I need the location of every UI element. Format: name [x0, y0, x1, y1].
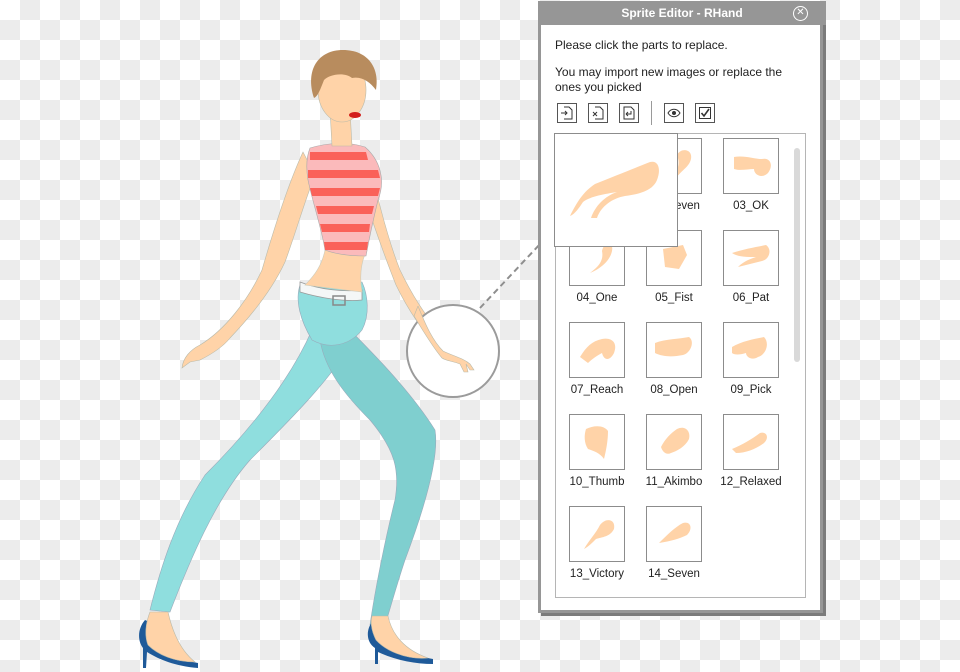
instruction-text-2: You may import new images or replace the… — [555, 65, 783, 94]
sprite-thumbnail[interactable] — [569, 414, 625, 470]
sprite-label: 10_Thumb — [569, 476, 625, 488]
hand-sprite-icon — [584, 426, 608, 459]
sprite-item[interactable]: 06_Pat — [716, 230, 786, 304]
sprite-item[interactable]: 12_Relaxed — [716, 414, 786, 488]
hand-sprite-icon — [732, 245, 770, 267]
sprite-toolbar — [557, 101, 726, 125]
hand-sprite-icon — [661, 427, 690, 454]
sprite-item[interactable]: 08_Open — [639, 322, 709, 396]
hand-sprite-icon — [732, 337, 767, 359]
hand-sprite-icon — [732, 432, 767, 453]
checkbox-icon — [699, 107, 711, 119]
circle-x-icon[interactable]: ✕ — [793, 6, 808, 21]
lips — [349, 112, 361, 118]
sprite-item[interactable]: 11_Akimbo — [639, 414, 709, 488]
sprite-item[interactable]: 10_Thumb — [562, 414, 632, 488]
instruction-text-1: Please click the parts to replace. — [555, 38, 728, 52]
left-leg — [149, 329, 351, 613]
sprite-thumbnail[interactable] — [646, 506, 702, 562]
sprite-label: 03_OK — [733, 200, 769, 212]
select-all-button[interactable] — [695, 103, 715, 123]
import-button[interactable] — [557, 103, 577, 123]
sprite-label: 08_Open — [650, 384, 698, 396]
preview-hand-icon — [570, 161, 659, 218]
sprite-thumbnail[interactable] — [723, 414, 779, 470]
hand-sprite-icon — [655, 337, 692, 357]
sprite-thumbnail[interactable] — [646, 322, 702, 378]
eye-icon — [667, 108, 681, 118]
sprite-label: 09_Pick — [730, 384, 772, 396]
replace-button[interactable] — [619, 103, 639, 123]
panel-title: Sprite Editor - RHand — [621, 6, 743, 20]
hand-sprite-icon — [584, 520, 615, 549]
sprite-label: 13_Victory — [569, 568, 625, 580]
sprite-hover-preview — [554, 133, 678, 247]
sprite-label: 07_Reach — [570, 384, 624, 396]
sprite-editor-panel: Sprite Editor - RHand ✕ Please click the… — [538, 1, 826, 613]
import-icon — [561, 106, 573, 120]
preview-toggle-button[interactable] — [664, 103, 684, 123]
panel-titlebar: Sprite Editor - RHand ✕ — [538, 1, 826, 25]
sprite-item[interactable]: 13_Victory — [562, 506, 632, 580]
toolbar-separator — [651, 101, 652, 125]
sprite-thumbnail[interactable] — [569, 506, 625, 562]
sprite-label: 12_Relaxed — [720, 476, 782, 488]
sprite-label: 11_Akimbo — [645, 476, 703, 488]
sprite-label: 06_Pat — [732, 292, 770, 304]
magnified-hand-icon — [413, 305, 475, 373]
hand-sprite-icon — [659, 522, 691, 543]
hand-sprite-icon — [734, 156, 771, 176]
sprite-label: 05_Fist — [655, 292, 693, 304]
sprite-thumbnail[interactable] — [723, 230, 779, 286]
sprite-thumbnail[interactable] — [723, 138, 779, 194]
hand-magnifier-circle — [406, 304, 500, 398]
sprite-thumbnail[interactable] — [723, 322, 779, 378]
left-arm — [181, 151, 316, 369]
waist — [304, 249, 367, 293]
sprite-label: 14_Seven — [648, 568, 700, 580]
striped-top — [306, 143, 382, 257]
remove-icon — [592, 106, 604, 120]
sprite-item[interactable]: 09_Pick — [716, 322, 786, 396]
sprite-thumbnail[interactable] — [646, 414, 702, 470]
scrollbar-thumb[interactable] — [794, 148, 800, 362]
remove-button[interactable] — [588, 103, 608, 123]
hand-sprite-icon — [580, 338, 616, 363]
sprite-thumbnail[interactable] — [569, 322, 625, 378]
sprite-item[interactable]: 07_Reach — [562, 322, 632, 396]
sprite-label: 04_One — [576, 292, 618, 304]
replace-icon — [623, 106, 635, 120]
sprite-item[interactable]: 14_Seven — [639, 506, 709, 580]
sprite-item[interactable]: 03_OK — [716, 138, 786, 212]
